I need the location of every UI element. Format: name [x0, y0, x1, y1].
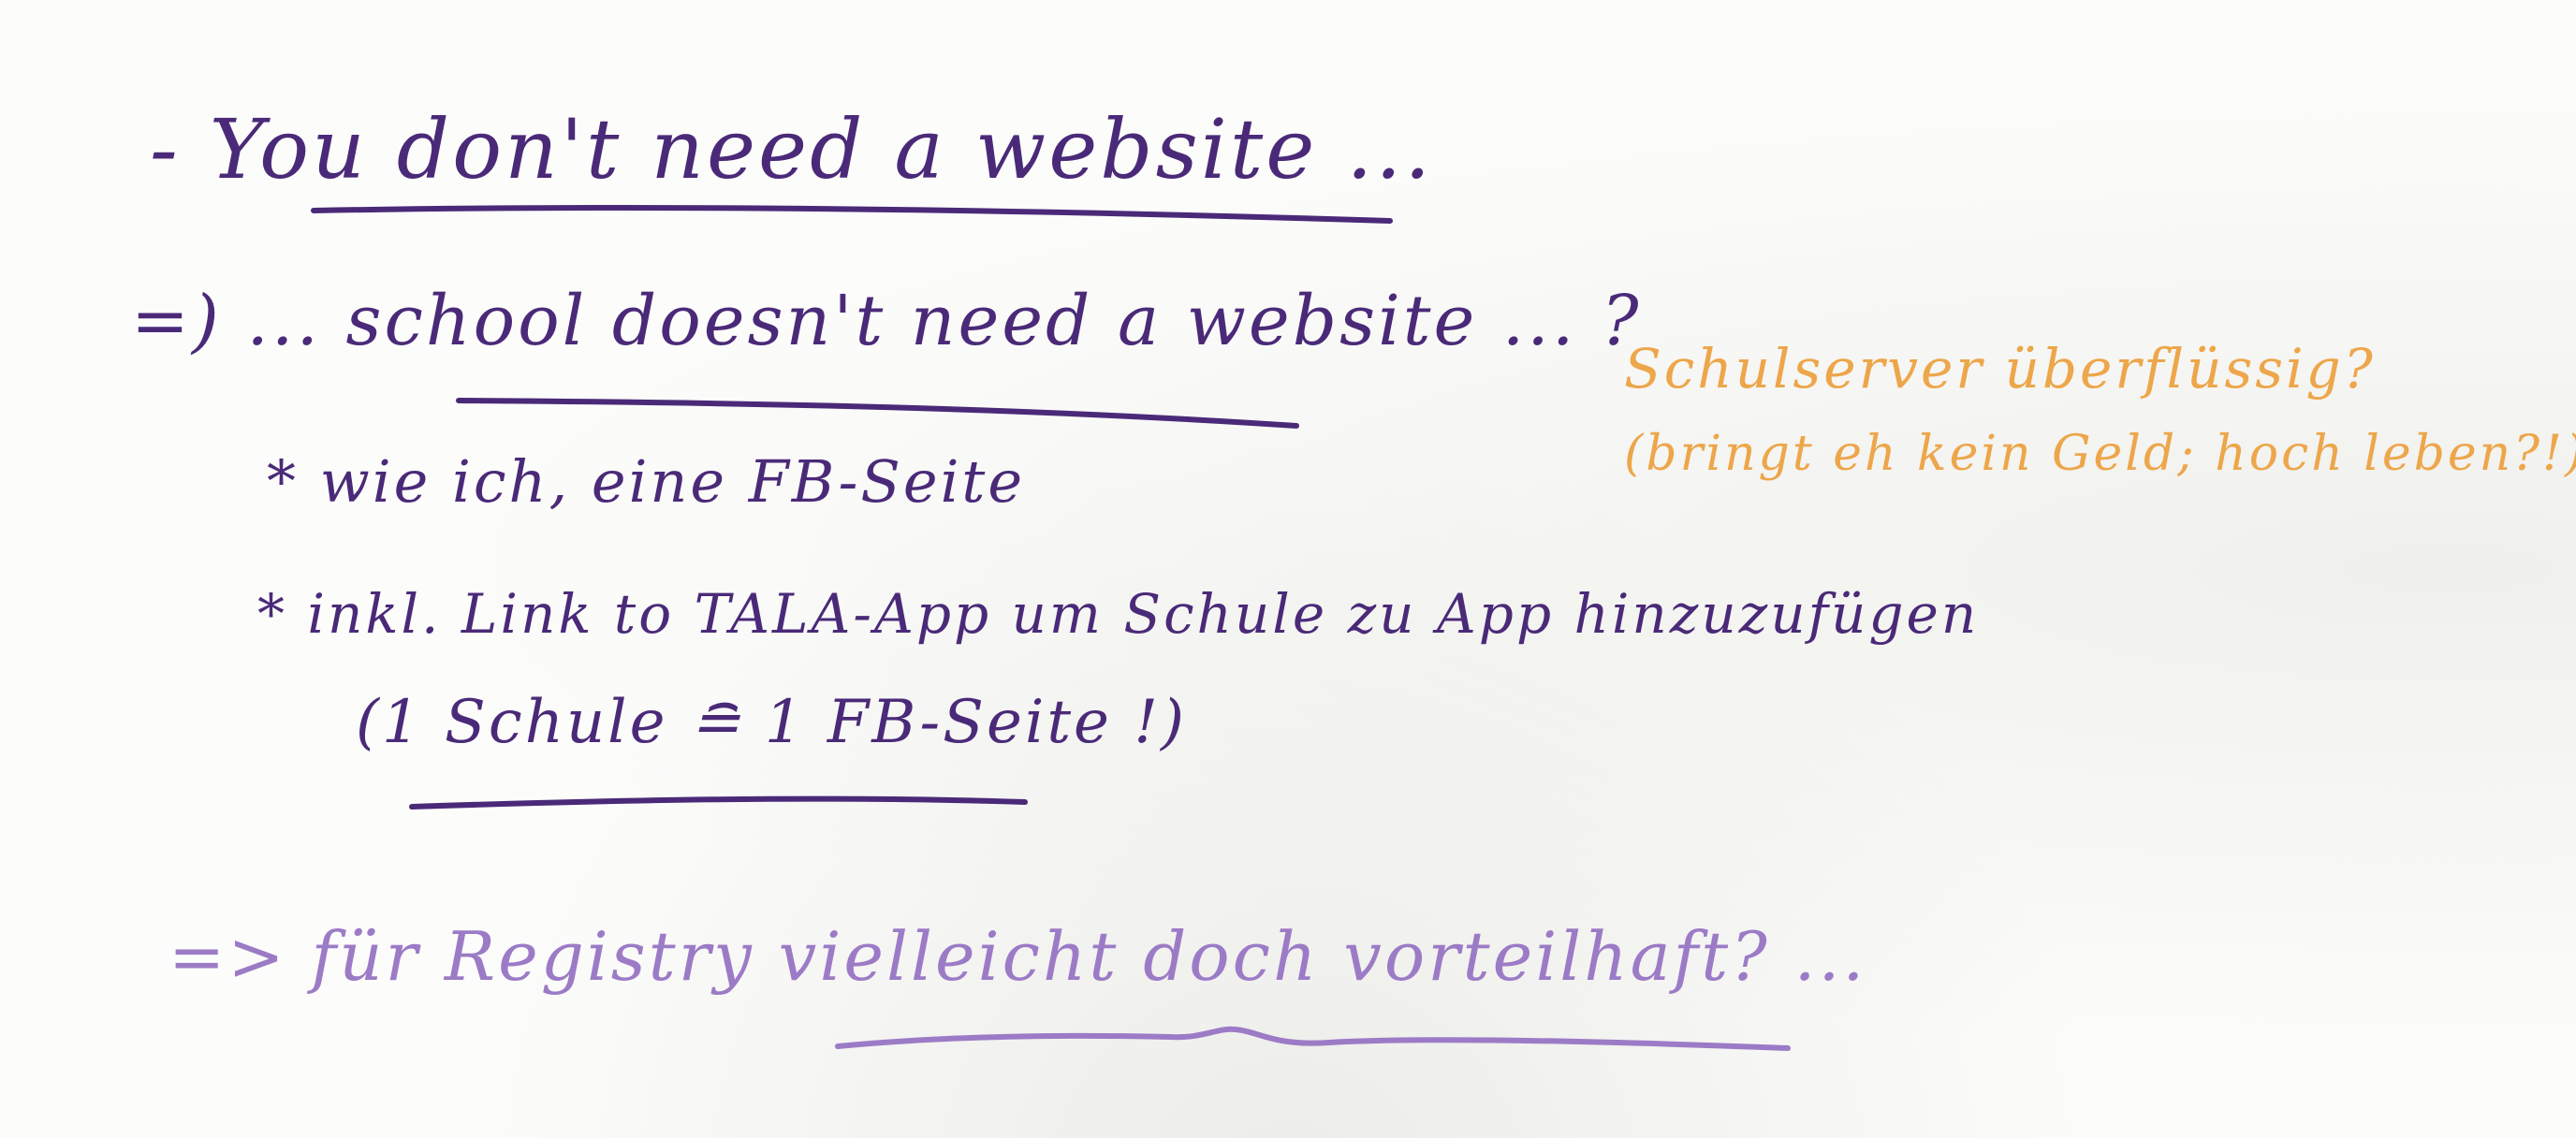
- side-note-line-2: (bringt eh kein Geld; hoch leben?!): [1624, 426, 2576, 482]
- note-line-4: * inkl. Link to TALA-App um Schule zu Ap…: [257, 582, 1980, 646]
- note-line-6: => für Registry vielleicht doch vorteilh…: [168, 917, 1867, 996]
- note-line-1: - You don't need a website ...: [150, 101, 1434, 197]
- note-line-2: =) ... school doesn't need a website ...…: [131, 281, 1642, 361]
- note-line-3: * wie ich, eine FB-Seite: [267, 447, 1026, 516]
- side-note-line-1: Schulserver überflüssig?: [1624, 337, 2376, 401]
- note-line-5: (1 Schule ≘ 1 FB-Seite !): [356, 688, 1187, 757]
